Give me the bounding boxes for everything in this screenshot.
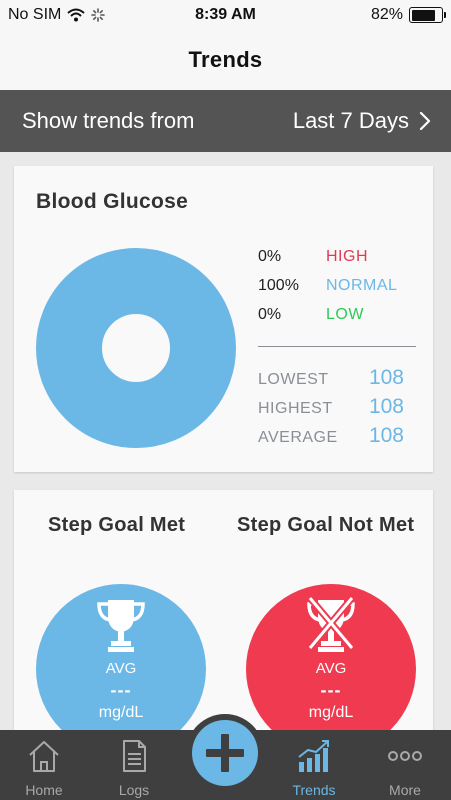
step-goal-met-avg-label: AVG — [105, 660, 137, 677]
blood-glucose-title: Blood Glucose — [36, 190, 189, 213]
battery-group: 82% — [370, 6, 446, 24]
legend-normal-label: NORMAL — [326, 277, 398, 294]
legend-high-percent: 0% — [258, 248, 282, 265]
legend-normal: 100% NORMAL — [258, 277, 397, 295]
page-title: Trends — [188, 47, 263, 72]
glucose-range-donut-chart — [36, 248, 236, 448]
trend-range-selector[interactable]: Show trends from Last 7 Days — [0, 90, 451, 152]
blood-glucose-card: Blood Glucose 0% HIGH 100% NORMAL 0% LOW… — [14, 166, 433, 472]
carrier-group: No SIM — [8, 6, 106, 24]
tab-logs[interactable]: Logs — [99, 730, 169, 800]
stat-highest-label: HIGHEST — [258, 400, 333, 417]
range-value: Last 7 Days — [292, 108, 409, 133]
stat-highest-value: 108 — [368, 395, 404, 418]
stat-average-label: AVERAGE — [258, 429, 338, 446]
tab-more-label: More — [389, 782, 421, 798]
step-goal-not-met-value: --- — [320, 680, 342, 700]
step-goal-not-met-title: Step Goal Not Met — [237, 514, 415, 536]
range-value-group[interactable]: Last 7 Days — [293, 108, 431, 134]
trophy-icon — [97, 600, 145, 652]
chevron-right-icon — [419, 111, 431, 131]
legend-normal-percent: 100% — [258, 277, 299, 294]
donut-segment-normal — [36, 248, 236, 448]
legend-high: 0% HIGH — [258, 248, 368, 266]
bar-chart-icon — [298, 740, 329, 772]
document-icon — [123, 740, 146, 772]
step-goal-not-met-circle[interactable]: AVG --- mg/dL — [246, 584, 416, 754]
tab-home[interactable]: Home — [9, 730, 79, 800]
step-goal-met-circle[interactable]: AVG --- mg/dL — [36, 584, 206, 754]
navigation-bar: Trends — [0, 30, 451, 90]
wifi-icon — [67, 8, 86, 22]
battery-icon — [409, 7, 446, 23]
legend-divider — [258, 346, 416, 347]
more-dots-icon — [388, 751, 422, 761]
home-icon — [29, 741, 59, 772]
tab-trends[interactable]: Trends — [279, 730, 349, 800]
crossed-trophy-icon — [307, 596, 355, 652]
status-bar: No SIM 8:39 AM 82% — [0, 0, 451, 30]
stat-average-value: 108 — [368, 424, 404, 447]
tab-trends-label: Trends — [292, 782, 336, 798]
stat-lowest-label: LOWEST — [258, 371, 329, 388]
step-goal-not-met-avg-label: AVG — [315, 660, 347, 677]
legend-low-percent: 0% — [258, 306, 282, 323]
tab-home-label: Home — [25, 782, 63, 798]
legend-high-label: HIGH — [326, 248, 368, 265]
step-goal-met-unit: mg/dL — [98, 704, 144, 721]
add-entry-button[interactable] — [186, 714, 264, 792]
tab-logs-label: Logs — [118, 782, 150, 798]
carrier-label: No SIM — [8, 6, 62, 23]
step-goal-met-title: Step Goal Met — [48, 514, 186, 536]
legend-low-label: LOW — [326, 306, 364, 323]
step-goal-not-met-unit: mg/dL — [308, 704, 354, 721]
tab-more[interactable]: More — [370, 730, 440, 800]
plus-icon — [206, 734, 244, 772]
range-label: Show trends from — [22, 108, 195, 133]
step-goal-met-value: --- — [110, 680, 132, 700]
stat-lowest-value: 108 — [368, 366, 404, 389]
step-goal-card: Step Goal Met Step Goal Not Met AVG --- … — [14, 490, 433, 754]
battery-percent: 82% — [370, 6, 403, 23]
activity-spinner-icon — [91, 8, 106, 22]
legend-low: 0% LOW — [258, 306, 364, 324]
